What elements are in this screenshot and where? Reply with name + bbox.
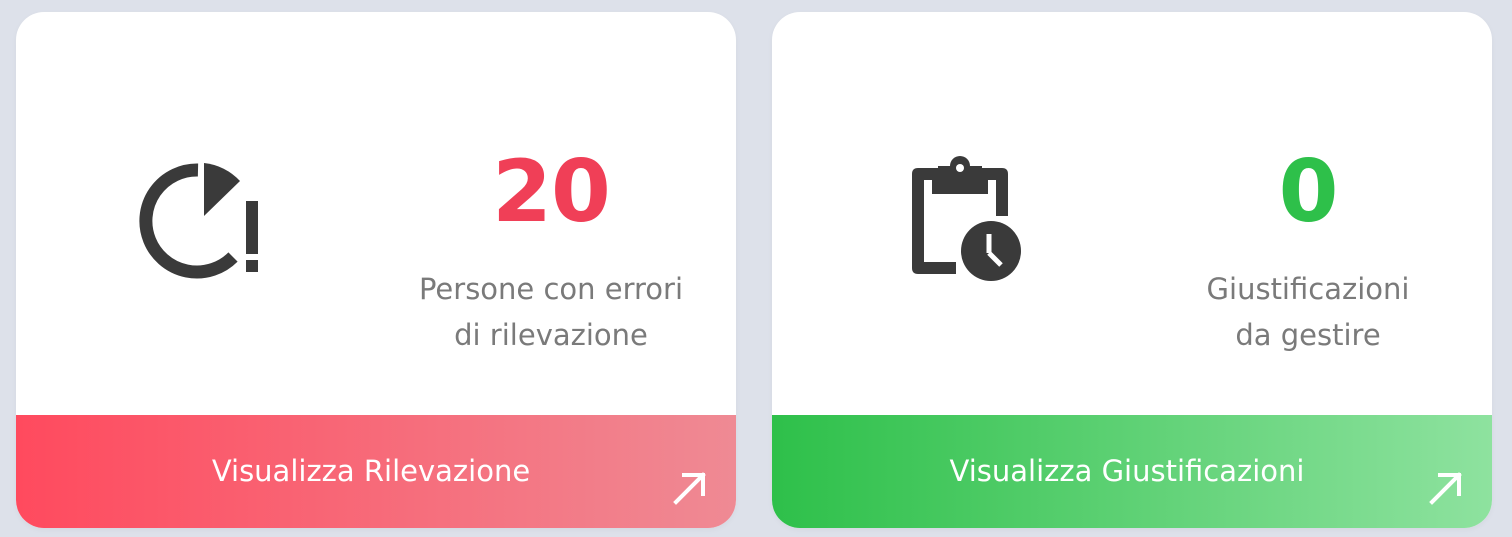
arrow-up-right-icon <box>670 468 710 508</box>
stat-label-line1: Giustificazioni <box>1206 272 1410 306</box>
stat-label-line2: di rilevazione <box>454 318 648 352</box>
arrow-up-right-icon <box>1426 468 1466 508</box>
action-label: Visualizza Giustificazioni <box>949 453 1305 488</box>
stat-label-line2: da gestire <box>1235 318 1381 352</box>
stat-value: 0 <box>1278 142 1339 242</box>
giustificazioni-card: 0 Giustificazioni da gestire Visualizza … <box>772 12 1492 528</box>
pie-time-alert-icon <box>136 156 266 286</box>
action-label: Visualizza Rilevazione <box>211 453 531 488</box>
stat-giustificazioni: 0 Giustificazioni da gestire <box>1128 140 1488 358</box>
visualizza-giustificazioni-button[interactable]: Visualizza Giustificazioni <box>772 415 1492 528</box>
stat-label: Giustificazioni da gestire <box>1128 266 1488 358</box>
stat-label-line1: Persone con errori <box>418 272 684 306</box>
card-body: 0 Giustificazioni da gestire <box>772 12 1492 415</box>
visualizza-rilevazione-button[interactable]: Visualizza Rilevazione <box>16 415 736 528</box>
errori-rilevazione-card: 20 Persone con errori di rilevazione Vis… <box>16 12 736 528</box>
stat-errori: 20 Persone con errori di rilevazione <box>371 140 731 358</box>
card-body: 20 Persone con errori di rilevazione <box>16 12 736 415</box>
stat-value: 20 <box>492 142 611 242</box>
clipboard-clock-icon <box>900 156 1030 286</box>
stat-label: Persone con errori di rilevazione <box>371 266 731 358</box>
